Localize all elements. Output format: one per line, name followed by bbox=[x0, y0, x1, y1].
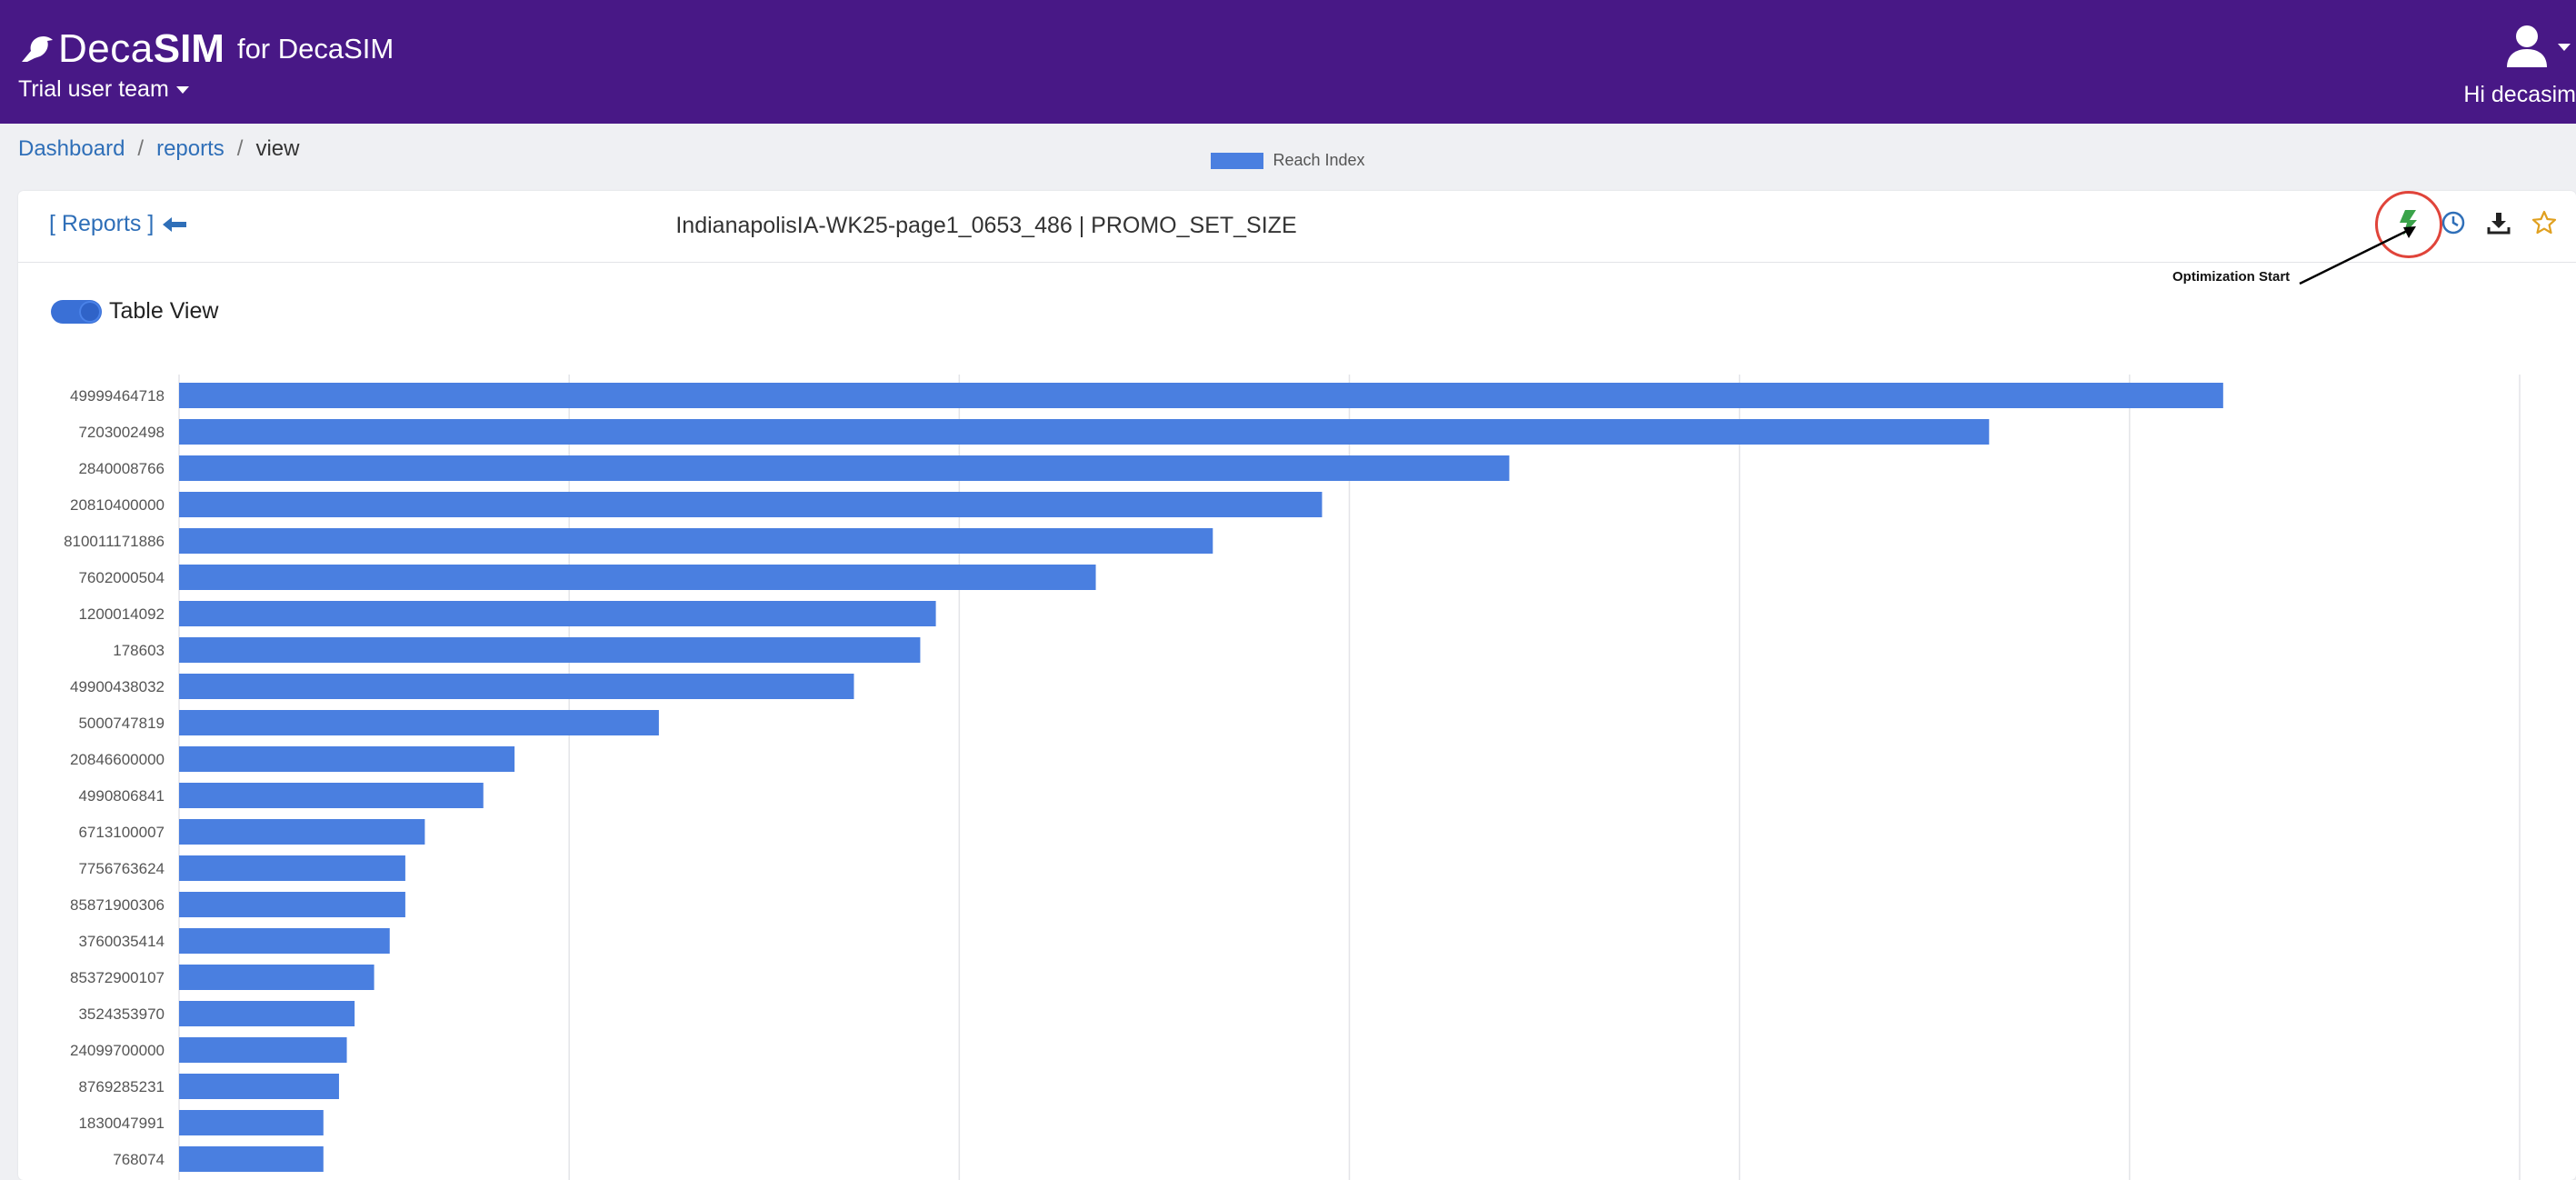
category-tick-label: 20846600000 bbox=[70, 751, 165, 768]
bar[interactable] bbox=[179, 1001, 355, 1026]
bar[interactable] bbox=[179, 1110, 324, 1135]
bar[interactable] bbox=[179, 674, 854, 699]
category-tick-label: 24099700000 bbox=[70, 1042, 165, 1059]
bar[interactable] bbox=[179, 565, 1096, 590]
bar[interactable] bbox=[179, 528, 1213, 554]
category-tick-label: 49999464718 bbox=[70, 387, 165, 405]
bar[interactable] bbox=[179, 783, 484, 808]
bar[interactable] bbox=[179, 1074, 339, 1099]
category-tick-label: 49900438032 bbox=[70, 678, 165, 695]
bar[interactable] bbox=[179, 855, 405, 881]
category-tick-label: 768074 bbox=[113, 1151, 165, 1168]
category-tick-label: 85372900107 bbox=[70, 969, 165, 986]
bar[interactable] bbox=[179, 455, 1510, 481]
bar[interactable] bbox=[179, 746, 515, 772]
bar[interactable] bbox=[179, 1146, 324, 1172]
category-tick-label: 6713100007 bbox=[78, 824, 165, 841]
category-tick-label: 1830047991 bbox=[78, 1115, 165, 1132]
bar[interactable] bbox=[179, 419, 1990, 445]
category-tick-label: 2840008766 bbox=[78, 460, 165, 477]
category-tick-label: 810011171886 bbox=[64, 533, 165, 550]
bar[interactable] bbox=[179, 383, 2223, 408]
category-tick-label: 20810400000 bbox=[70, 496, 165, 514]
category-tick-label: 7203002498 bbox=[78, 424, 165, 441]
bar[interactable] bbox=[179, 819, 425, 845]
category-tick-label: 3524353970 bbox=[78, 1005, 165, 1023]
category-tick-label: 7756763624 bbox=[78, 860, 165, 877]
category-tick-label: 1200014092 bbox=[78, 605, 165, 623]
bar[interactable] bbox=[179, 1037, 347, 1063]
bar[interactable] bbox=[179, 710, 659, 735]
bar[interactable] bbox=[179, 601, 936, 626]
category-tick-label: 178603 bbox=[113, 642, 165, 659]
bar[interactable] bbox=[179, 892, 405, 917]
category-tick-label: 4990806841 bbox=[78, 787, 165, 805]
bar[interactable] bbox=[179, 492, 1323, 517]
category-tick-label: 5000747819 bbox=[78, 715, 165, 732]
bar[interactable] bbox=[179, 637, 921, 663]
category-tick-label: 8769285231 bbox=[78, 1078, 165, 1095]
bar-chart: 49999464718 7203002498 2840008766 208104000… bbox=[64, 375, 2521, 1180]
category-tick-label: 3760035414 bbox=[78, 933, 165, 950]
category-tick-label: 85871900306 bbox=[70, 896, 165, 914]
category-tick-label: 7602000504 bbox=[78, 569, 165, 586]
bar[interactable] bbox=[179, 928, 390, 954]
bar[interactable] bbox=[179, 965, 374, 990]
